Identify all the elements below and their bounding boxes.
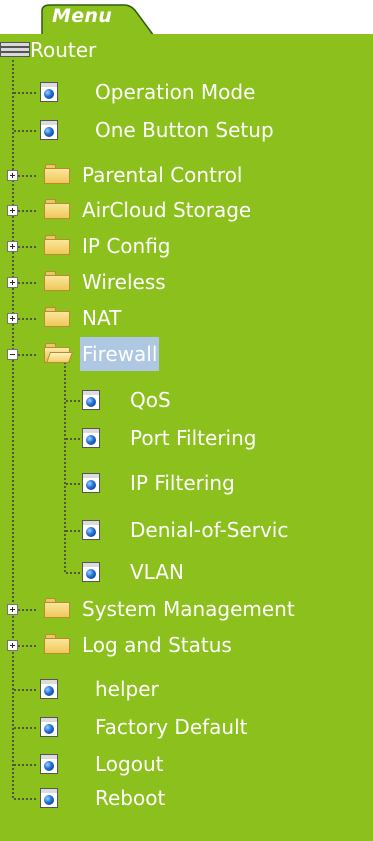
menu-item-label: Parental Control <box>82 163 243 187</box>
expand-icon[interactable] <box>7 277 18 288</box>
menu-item-label: VLAN <box>130 560 184 584</box>
folder-open-icon <box>44 343 74 363</box>
expand-icon[interactable] <box>7 640 18 651</box>
menu-item-one-button-setup[interactable]: One Button Setup <box>0 112 360 148</box>
menu-item-vlan[interactable]: VLAN <box>60 554 260 590</box>
menu-item-port-filtering[interactable]: Port Filtering <box>60 420 350 456</box>
menu-item-factory-default[interactable]: Factory Default <box>0 709 330 745</box>
page-icon <box>82 562 100 582</box>
menu-item-label: helper <box>95 677 159 701</box>
page-icon <box>40 120 58 140</box>
menu-item-label: IP Config <box>82 234 171 258</box>
page-icon <box>40 679 58 699</box>
expand-icon[interactable] <box>7 205 18 216</box>
menu-item-label: AirCloud Storage <box>82 198 252 222</box>
page-icon <box>40 717 58 737</box>
menu-item-ip-filtering[interactable]: IP Filtering <box>60 465 330 501</box>
folder-icon <box>44 164 70 184</box>
page-icon <box>40 82 58 102</box>
page-icon <box>82 473 100 493</box>
expand-icon[interactable] <box>7 170 18 181</box>
menu-item-label: Port Filtering <box>130 426 257 450</box>
menu-item-label: System Management <box>82 597 295 621</box>
menu-item-label: Factory Default <box>95 715 248 739</box>
menu-item-denial-of-service[interactable]: Denial-of-Servic <box>60 512 370 548</box>
folder-icon <box>44 634 70 654</box>
menu-item-label: Reboot <box>95 786 166 810</box>
folder-icon <box>44 271 70 291</box>
menu-item-nat[interactable]: NAT <box>0 300 200 336</box>
expand-icon[interactable] <box>7 313 18 324</box>
collapse-icon[interactable] <box>7 349 18 360</box>
menu-item-logout[interactable]: Logout <box>0 746 220 782</box>
menu-frame: Menu Router Operation Mode One Button Se… <box>0 0 373 841</box>
menu-item-label: Logout <box>95 752 164 776</box>
menu-item-log-and-status[interactable]: Log and Status <box>0 627 320 663</box>
router-label: Router <box>30 38 97 62</box>
page-icon <box>82 428 100 448</box>
menu-item-label: Operation Mode <box>95 80 256 104</box>
page-icon <box>40 754 58 774</box>
menu-item-reboot[interactable]: Reboot <box>0 780 220 816</box>
page-icon <box>82 520 100 540</box>
menu-item-firewall[interactable]: Firewall <box>0 336 200 372</box>
menu-item-system-management[interactable]: System Management <box>0 591 360 627</box>
tree-root-router[interactable]: Router <box>0 32 200 68</box>
menu-item-aircloud-storage[interactable]: AirCloud Storage <box>0 192 320 228</box>
menu-tab-label: Menu <box>52 5 113 27</box>
menu-item-label: Denial-of-Servic <box>130 518 289 542</box>
folder-icon <box>44 307 70 327</box>
menu-item-label: NAT <box>82 306 122 330</box>
menu-item-label: IP Filtering <box>130 471 235 495</box>
menu-item-wireless[interactable]: Wireless <box>0 264 260 300</box>
menu-item-qos[interactable]: QoS <box>60 382 260 418</box>
folder-icon <box>44 598 70 618</box>
menu-item-label-selected: Firewall <box>80 337 160 371</box>
menu-item-helper[interactable]: helper <box>0 671 220 707</box>
page-icon <box>82 390 100 410</box>
folder-icon <box>44 235 70 255</box>
menu-item-label: One Button Setup <box>95 118 274 142</box>
expand-icon[interactable] <box>7 241 18 252</box>
router-icon <box>0 42 30 58</box>
menu-item-label: Log and Status <box>82 633 232 657</box>
menu-item-ip-config[interactable]: IP Config <box>0 228 260 264</box>
expand-icon[interactable] <box>7 604 18 615</box>
menu-item-label: Wireless <box>82 270 166 294</box>
folder-icon <box>44 199 70 219</box>
menu-item-operation-mode[interactable]: Operation Mode <box>0 74 330 110</box>
page-icon <box>40 788 58 808</box>
menu-item-label: QoS <box>130 388 171 412</box>
menu-item-parental-control[interactable]: Parental Control <box>0 157 320 193</box>
